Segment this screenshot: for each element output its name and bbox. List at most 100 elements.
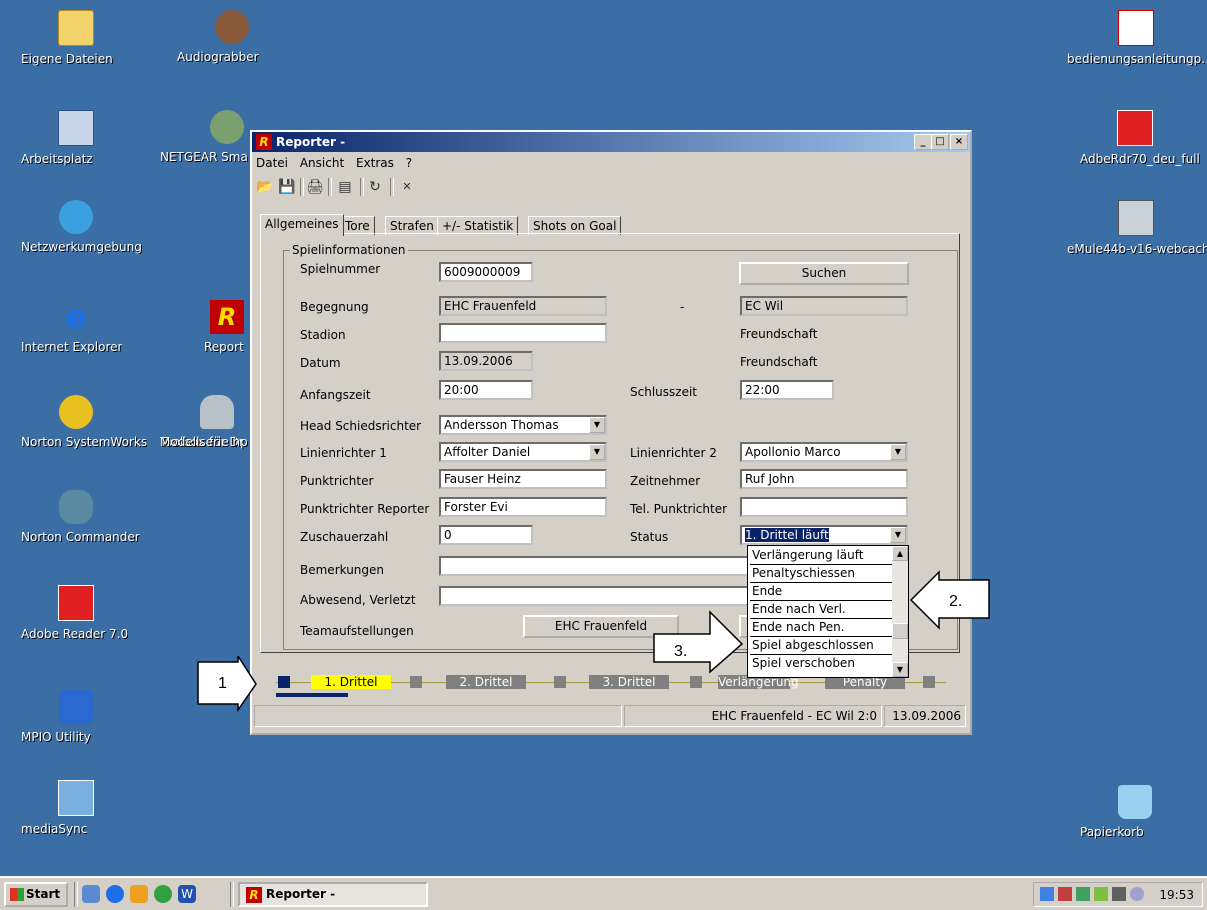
status-option[interactable]: Verlängerung läuft (750, 547, 892, 565)
print-icon[interactable]: 🖨 (306, 178, 324, 196)
desktop-icon-norton[interactable]: Norton SystemWorks (21, 395, 147, 449)
save-icon[interactable]: 💾 (278, 178, 296, 196)
printer-icon[interactable] (1112, 887, 1126, 901)
punktrichter-reporter-field[interactable]: Forster Evi (439, 497, 607, 517)
menu-datei[interactable]: Datei (256, 156, 288, 170)
timeline-period-3[interactable]: 3. Drittel (589, 675, 669, 689)
pdf-icon (1118, 10, 1154, 46)
title-bar[interactable]: R Reporter - _ □ × (252, 132, 970, 152)
outlook-icon[interactable] (130, 885, 148, 903)
show-desktop-icon[interactable] (82, 885, 100, 903)
head-schiedsrichter-select[interactable]: Andersson Thomas ▼ (439, 415, 607, 435)
desktop-icon-reporter[interactable]: R Report (190, 300, 250, 354)
status-option[interactable]: Spiel abgeschlossen (750, 637, 892, 655)
network-icon (59, 200, 93, 234)
status-select[interactable]: 1. Drittel läuft ▼ (740, 525, 908, 545)
status-option[interactable]: Spiel verschoben (750, 655, 892, 672)
status-option[interactable]: Ende nach Pen. (750, 619, 892, 637)
status-option[interactable]: Ende nach Verl. (750, 601, 892, 619)
stadion-field[interactable] (439, 323, 607, 343)
chevron-down-icon[interactable]: ▼ (890, 444, 906, 460)
screen: Eigene Dateien Audiograbber Arbeitsplatz… (0, 0, 1207, 910)
media-player-icon[interactable] (154, 885, 172, 903)
spielnummer-field[interactable]: 6009000009 (439, 262, 533, 282)
desktop-icon-mpio[interactable]: MPIO Utility (21, 690, 131, 744)
minimize-button[interactable]: _ (914, 134, 932, 150)
speaker-icon[interactable] (1040, 887, 1054, 901)
desktop-icon-netzwerk[interactable]: Netzwerkumgebung (21, 200, 142, 254)
anfangszeit-field[interactable]: 20:00 (439, 380, 533, 400)
scroll-thumb[interactable] (892, 623, 908, 639)
menu-bar: Datei Ansicht Extras ? (256, 156, 420, 174)
linienrichter-2-select[interactable]: Apollonio Marco ▼ (740, 442, 908, 462)
status-option[interactable]: Ende (750, 583, 892, 601)
desktop-icon-audiograbber[interactable]: Audiograbber (177, 10, 287, 64)
chevron-down-icon[interactable]: ▼ (589, 417, 605, 433)
zuschauerzahl-field[interactable]: 0 (439, 525, 533, 545)
desktop-icon-norton-commander[interactable]: Norton Commander (21, 490, 140, 544)
timeline-period-1[interactable]: 1. Drittel (311, 675, 391, 689)
refresh-icon[interactable]: ↻ (366, 178, 384, 196)
scroll-down-icon[interactable]: ▼ (892, 662, 908, 677)
chevron-down-icon[interactable]: ▼ (589, 444, 605, 460)
folder-icon (58, 10, 94, 46)
tab-allgemeines[interactable]: Allgemeines (260, 214, 344, 236)
status-option[interactable]: Penaltyschiessen (750, 565, 892, 583)
close-button[interactable]: × (950, 134, 968, 150)
desktop-icon-adobe-reader[interactable]: Adobe Reader 7.0 (21, 585, 131, 641)
chevron-down-icon[interactable]: ▼ (890, 527, 906, 543)
menu-help[interactable]: ? (406, 156, 412, 170)
label-schlusszeit: Schlusszeit (630, 385, 697, 399)
tray-app-icon[interactable] (1076, 887, 1090, 901)
statusbar-pane-empty (254, 705, 622, 727)
tray-app-icon[interactable] (1094, 887, 1108, 901)
norton-icon (59, 395, 93, 429)
status-value: 1. Drittel läuft (745, 528, 829, 542)
abwesend-field[interactable] (439, 586, 749, 606)
network-status-icon[interactable] (1058, 887, 1072, 901)
desktop-icon-ie[interactable]: e Internet Explorer (21, 300, 131, 354)
scroll-up-icon[interactable]: ▲ (892, 546, 908, 561)
dropdown-scrollbar[interactable]: ▲ ▼ (892, 546, 908, 677)
freundschaft-label-2: Freundschaft (740, 355, 818, 369)
punktrichter-field[interactable]: Fauser Heinz (439, 469, 607, 489)
desktop-icon-netgear[interactable]: NETGEAR Sma (160, 110, 255, 164)
ie-icon[interactable] (106, 885, 124, 903)
taskbar: Start W R Reporter - 19:53 (0, 876, 1207, 910)
desktop-icon-mediasync[interactable]: mediaSync (21, 780, 131, 836)
desktop-icon-pdf[interactable]: bedienungsanleitungp… (1067, 10, 1207, 66)
timeline-marker (410, 676, 422, 688)
zeitnehmer-field[interactable]: Ruf John (740, 469, 908, 489)
desktop-icon-toolbox[interactable]: Toolbox für Dr Modellserie hp (160, 395, 255, 449)
timeline-marker (690, 676, 702, 688)
clock[interactable]: 19:53 (1159, 888, 1194, 902)
linienrichter-2-value: Apollonio Marco (745, 445, 841, 459)
tray-app-icon[interactable] (1130, 887, 1144, 901)
close-doc-icon[interactable]: ✕ (398, 178, 416, 196)
label-status: Status (630, 530, 669, 544)
suchen-button[interactable]: Suchen (739, 262, 909, 285)
start-button[interactable]: Start (4, 882, 68, 907)
reporter-logo-icon: R (246, 887, 262, 903)
desktop-icon-emule[interactable]: eMule44b-v16-webcache (1067, 200, 1207, 256)
label-begegnung: Begegnung (300, 300, 369, 314)
statusbar-date: 13.09.2006 (884, 705, 966, 727)
schlusszeit-field[interactable]: 22:00 (740, 380, 834, 400)
word-icon[interactable]: W (178, 885, 196, 903)
menu-ansicht[interactable]: Ansicht (300, 156, 344, 170)
desktop-icon-adberdr[interactable]: AdbeRdr70_deu_full (1080, 110, 1200, 166)
open-icon[interactable]: 📂 (256, 178, 274, 196)
menu-extras[interactable]: Extras (356, 156, 394, 170)
timeline-marker (923, 676, 935, 688)
linienrichter-1-select[interactable]: Affolter Daniel ▼ (439, 442, 607, 462)
tel-punktrichter-field[interactable] (740, 497, 908, 517)
computer-icon (58, 110, 94, 146)
desktop-icon-papierkorb[interactable]: Papierkorb (1080, 785, 1190, 839)
timeline-period-2[interactable]: 2. Drittel (446, 675, 526, 689)
bemerkungen-field[interactable] (439, 556, 749, 576)
desktop-icon-arbeitsplatz[interactable]: Arbeitsplatz (21, 110, 131, 166)
properties-icon[interactable]: ▤ (336, 178, 354, 196)
taskbar-reporter-button[interactable]: R Reporter - (238, 882, 428, 907)
desktop-icon-eigene-dateien[interactable]: Eigene Dateien (21, 10, 131, 66)
maximize-button[interactable]: □ (931, 134, 949, 150)
